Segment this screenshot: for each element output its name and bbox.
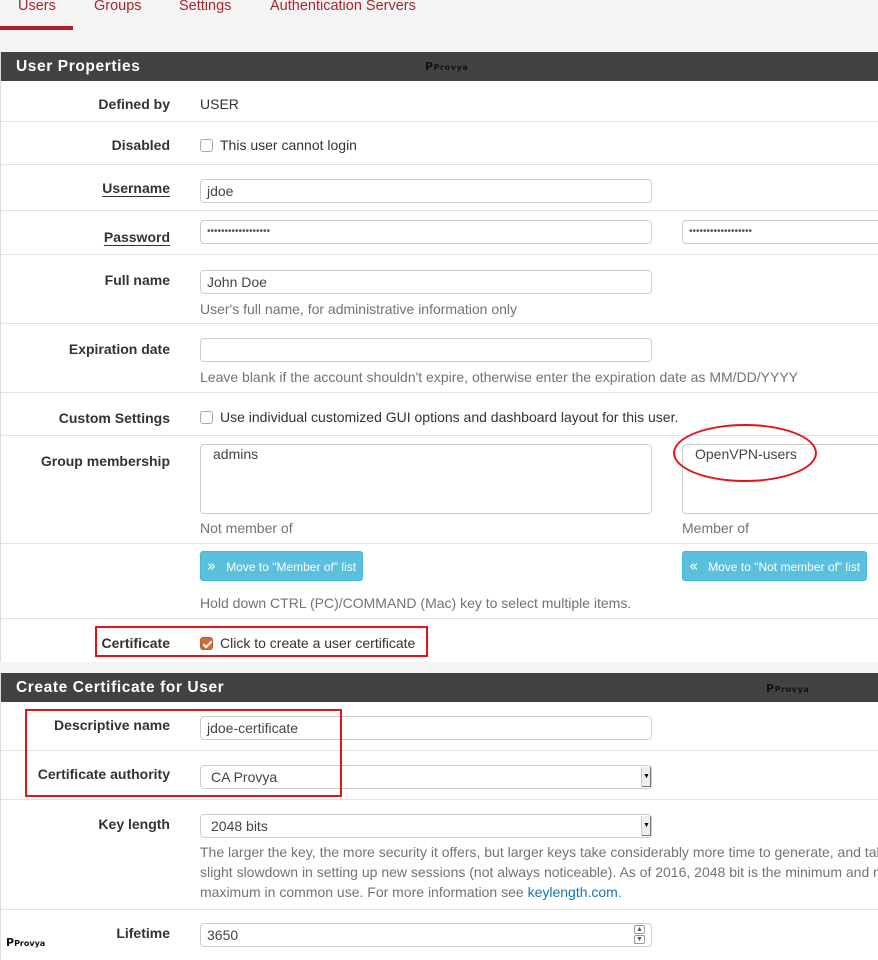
double-chevron-right-icon: » bbox=[207, 557, 217, 575]
full-name-row: Full name John Doe User's full name, for… bbox=[1, 254, 878, 323]
key-length-row: Key length 2048 bits ▼ The larger the ke… bbox=[1, 799, 878, 909]
defined-by-label: Defined by bbox=[98, 96, 170, 112]
group-membership-label: Group membership bbox=[40, 453, 170, 469]
multi-select-help: Hold down CTRL (PC)/COMMAND (Mac) key to… bbox=[200, 595, 632, 611]
number-spinner[interactable]: ▲ ▼ bbox=[634, 925, 645, 945]
spinner-up-icon[interactable]: ▲ bbox=[634, 925, 645, 934]
defined-by-value: USER bbox=[200, 96, 239, 112]
member-of-option[interactable]: OpenVPN-users bbox=[695, 446, 878, 462]
full-name-help: User's full name, for administrative inf… bbox=[200, 301, 518, 317]
tab-settings[interactable]: Settings bbox=[179, 0, 231, 14]
certificate-label: Certificate bbox=[101, 635, 170, 651]
panel-title: Create Certificate for User bbox=[16, 679, 225, 696]
member-of-caption: Member of bbox=[682, 520, 749, 536]
panel-header: Create Certificate for User PProvya bbox=[1, 673, 878, 702]
panel-header: User Properties PProvya bbox=[1, 52, 878, 81]
double-chevron-left-icon: « bbox=[689, 557, 699, 575]
key-length-label: Key length bbox=[98, 816, 170, 832]
password-confirm-input[interactable]: •••••••••••••••••• bbox=[682, 220, 878, 244]
full-name-input[interactable]: John Doe bbox=[200, 270, 652, 294]
tab-authentication-servers[interactable]: Authentication Servers bbox=[270, 0, 416, 14]
not-member-of-option[interactable]: admins bbox=[213, 446, 639, 462]
descriptive-name-input[interactable]: jdoe-certificate bbox=[200, 716, 652, 740]
username-label: Username bbox=[102, 180, 170, 196]
certificate-checkbox-group: Click to create a user certificate bbox=[200, 635, 415, 651]
dropdown-arrow-icon[interactable]: ▼ bbox=[641, 767, 651, 787]
key-length-select[interactable]: 2048 bits ▼ bbox=[200, 814, 652, 838]
lifetime-label: Lifetime bbox=[116, 925, 170, 941]
not-member-of-caption: Not member of bbox=[200, 520, 293, 536]
dropdown-arrow-icon[interactable]: ▼ bbox=[641, 816, 651, 836]
tab-bar: Users Groups Settings Authentication Ser… bbox=[0, 0, 878, 30]
password-label: Password bbox=[103, 229, 170, 245]
tab-users[interactable]: Users bbox=[18, 0, 56, 14]
watermark-logo: PProvya bbox=[425, 60, 469, 73]
not-member-of-listbox[interactable]: admins bbox=[200, 444, 652, 514]
disabled-row: Disabled This user cannot login bbox=[1, 121, 878, 164]
certificate-checkbox-label[interactable]: Click to create a user certificate bbox=[220, 635, 415, 651]
tab-groups[interactable]: Groups bbox=[94, 0, 142, 14]
custom-settings-checkbox[interactable] bbox=[200, 411, 213, 424]
descriptive-name-row: Descriptive name jdoe-certificate bbox=[1, 702, 878, 750]
password-input[interactable]: •••••••••••••••••• bbox=[200, 220, 652, 244]
expiration-date-row: Expiration date Leave blank if the accou… bbox=[1, 323, 878, 392]
disabled-checkbox-group: This user cannot login bbox=[200, 137, 357, 153]
spinner-down-icon[interactable]: ▼ bbox=[634, 935, 645, 944]
expiration-date-input[interactable] bbox=[200, 338, 652, 362]
certificate-authority-select[interactable]: CA Provya ▼ bbox=[200, 765, 652, 789]
username-row: Username jdoe bbox=[1, 164, 878, 210]
custom-settings-checkbox-label[interactable]: Use individual customized GUI options an… bbox=[220, 409, 678, 425]
expiration-date-label: Expiration date bbox=[68, 341, 170, 357]
username-input[interactable]: jdoe bbox=[200, 179, 652, 203]
panel-title: User Properties bbox=[16, 58, 141, 75]
full-name-label: Full name bbox=[104, 272, 170, 288]
certificate-row: Certificate Click to create a user certi… bbox=[1, 618, 878, 662]
watermark-logo: PProvya bbox=[6, 936, 46, 949]
member-of-listbox[interactable]: OpenVPN-users bbox=[682, 444, 878, 514]
move-to-not-member-of-button[interactable]: «Move to "Not member of" list bbox=[682, 551, 868, 581]
password-row: Password •••••••••••••••••• ••••••••••••… bbox=[1, 210, 878, 254]
descriptive-name-label: Descriptive name bbox=[54, 717, 170, 733]
disabled-checkbox[interactable] bbox=[200, 139, 213, 152]
custom-settings-row: Custom Settings Use individual customize… bbox=[1, 392, 878, 435]
expiration-date-help: Leave blank if the account shouldn't exp… bbox=[200, 369, 799, 385]
custom-settings-label: Custom Settings bbox=[58, 410, 170, 426]
move-to-member-of-button[interactable]: » Move to "Member of" list bbox=[200, 551, 364, 581]
move-buttons-row: » Move to "Member of" list «Move to "Not … bbox=[1, 543, 878, 618]
key-length-help: The larger the key, the more security it… bbox=[200, 844, 878, 900]
certificate-authority-label: Certificate authority bbox=[37, 766, 170, 782]
certificate-checkbox[interactable] bbox=[200, 637, 213, 650]
lifetime-input[interactable]: 3650 ▲ ▼ bbox=[200, 923, 652, 947]
watermark-logo: PProvya bbox=[766, 682, 810, 695]
disabled-label: Disabled bbox=[111, 137, 170, 153]
user-properties-panel: User Properties PProvya Defined by USER … bbox=[0, 52, 878, 662]
defined-by-row: Defined by USER bbox=[1, 81, 878, 121]
group-membership-row: Group membership admins Not member of Op… bbox=[1, 435, 878, 543]
disabled-checkbox-label[interactable]: This user cannot login bbox=[220, 137, 357, 153]
create-certificate-panel: Create Certificate for User PProvya Desc… bbox=[0, 673, 878, 960]
lifetime-row: Lifetime 3650 ▲ ▼ PProvya bbox=[1, 909, 878, 960]
custom-settings-checkbox-group: Use individual customized GUI options an… bbox=[200, 409, 678, 425]
active-tab-indicator bbox=[0, 26, 73, 30]
keylength-link[interactable]: keylength.com bbox=[528, 884, 618, 900]
certificate-authority-row: Certificate authority CA Provya ▼ bbox=[1, 750, 878, 799]
